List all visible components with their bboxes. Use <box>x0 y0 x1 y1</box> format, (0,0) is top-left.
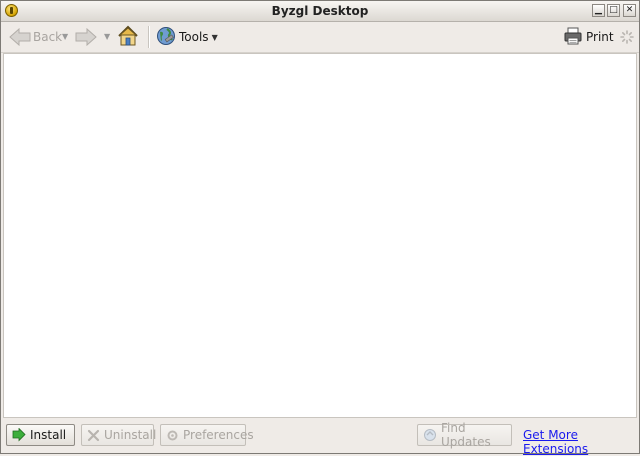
find-updates-label: Find Updates <box>441 421 491 449</box>
install-arrow-icon <box>12 428 26 442</box>
x-icon <box>87 429 100 442</box>
maximize-button[interactable]: □ <box>607 4 620 17</box>
forward-button[interactable] <box>75 26 97 48</box>
toolbar-separator <box>148 26 150 48</box>
printer-icon <box>563 26 583 49</box>
install-label: Install <box>30 428 67 442</box>
preferences-label: Preferences <box>183 428 254 442</box>
window-title: Byzgl Desktop <box>271 4 369 18</box>
back-arrow-icon <box>9 28 31 46</box>
install-button[interactable]: Install <box>6 424 75 446</box>
close-button[interactable]: ✕ <box>623 4 636 17</box>
home-icon <box>116 25 140 50</box>
tools-label: Tools <box>179 30 209 44</box>
forward-arrow-icon <box>75 28 97 46</box>
bottom-button-bar: Install Uninstall Preferences Find Updat… <box>1 419 639 456</box>
title-bar[interactable]: Byzgl Desktop ▁ □ ✕ <box>1 1 639 22</box>
gear-icon <box>166 429 179 442</box>
forward-history-dropdown[interactable]: ▼ <box>104 32 110 41</box>
update-globe-icon <box>423 428 437 442</box>
chevron-down-icon: ▼ <box>211 32 218 42</box>
home-button[interactable] <box>116 25 140 50</box>
uninstall-label: Uninstall <box>104 428 157 442</box>
back-button[interactable]: Back <box>9 26 62 48</box>
print-label: Print <box>586 30 614 44</box>
find-updates-button[interactable]: Find Updates <box>417 421 512 449</box>
minimize-button[interactable]: ▁ <box>592 4 605 17</box>
back-history-dropdown[interactable]: ▼ <box>62 32 68 41</box>
back-label: Back <box>33 30 63 44</box>
print-button[interactable]: Print <box>563 26 614 48</box>
app-window: Byzgl Desktop ▁ □ ✕ Back ▼ ▼ Tools ▼ Pri… <box>0 0 640 456</box>
throbber-icon <box>620 30 634 47</box>
tools-menu-button[interactable]: Tools ▼ <box>156 26 218 48</box>
extensions-list-area[interactable] <box>3 53 637 418</box>
preferences-button[interactable]: Preferences <box>160 424 254 446</box>
globe-icon <box>156 26 176 49</box>
toolbar: Back ▼ ▼ Tools ▼ Print <box>1 22 639 53</box>
get-more-extensions-link[interactable]: Get More Extensions <box>523 428 639 456</box>
uninstall-button[interactable]: Uninstall <box>81 424 157 446</box>
